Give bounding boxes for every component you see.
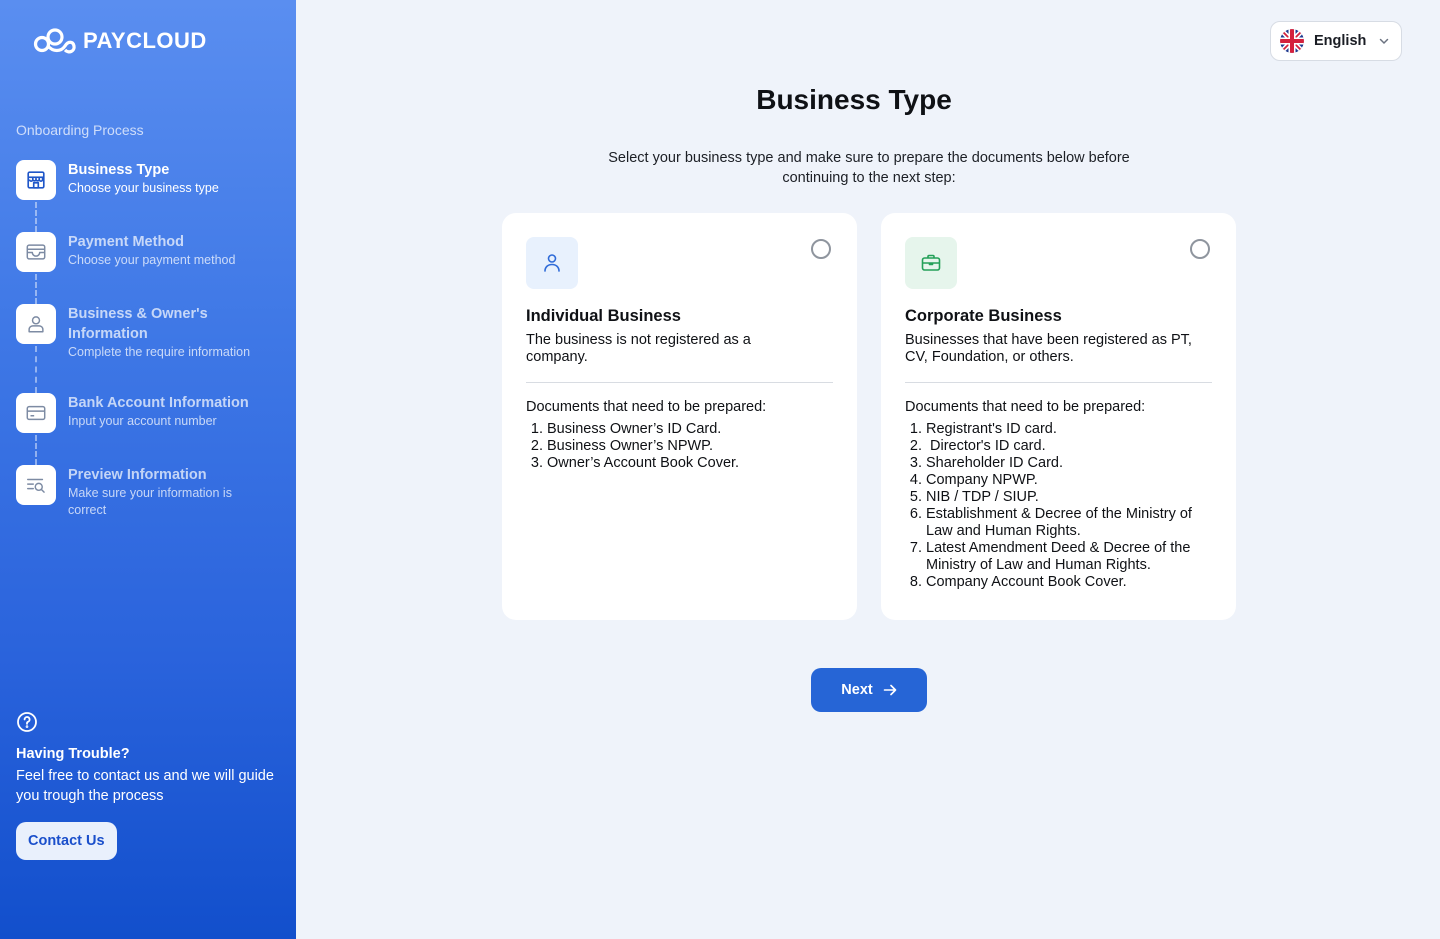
list-item: Owner’s Account Book Cover.: [547, 455, 833, 472]
card-icon: [16, 393, 56, 433]
card-description: Businesses that have been registered as …: [905, 332, 1192, 365]
step-preview-information[interactable]: Preview Information Make sure your infor…: [16, 465, 273, 519]
preview-search-icon: [16, 465, 56, 505]
step-subtitle: Input your account number: [68, 414, 217, 428]
list-item: Business Owner’s NPWP.: [547, 438, 833, 455]
step-title: Preview Information: [68, 467, 207, 483]
list-item: NIB / TDP / SIUP.: [926, 489, 1212, 506]
corporate-business-radio[interactable]: [1190, 239, 1210, 259]
page-subtitle: Select your business type and make sure …: [608, 150, 1130, 186]
briefcase-icon: [905, 237, 957, 289]
corporate-business-card[interactable]: Corporate Business Businesses that have …: [881, 213, 1236, 620]
contact-us-button[interactable]: Contact Us: [16, 822, 117, 860]
help-section: Having Trouble? Feel free to contact us …: [16, 711, 276, 860]
documents-heading: Documents that need to be prepared:: [526, 399, 767, 415]
card-title: Corporate Business: [905, 307, 1062, 325]
step-subtitle: Choose your business type: [68, 181, 219, 195]
individual-business-radio[interactable]: [811, 239, 831, 259]
next-button[interactable]: Next: [811, 668, 927, 712]
person-card-icon: [16, 304, 56, 344]
step-bank-account[interactable]: Bank Account Information Input your acco…: [16, 393, 273, 433]
chevron-down-icon: [1380, 38, 1389, 45]
list-item: Shareholder ID Card.: [926, 455, 1212, 472]
brand-name: PAYCLOUD: [83, 28, 207, 53]
list-item: Latest Amendment Deed & Decree of the Mi…: [926, 540, 1212, 574]
divider: [526, 382, 833, 383]
sidebar: PAYCLOUD Onboarding Process Business Typ…: [0, 0, 296, 939]
individual-business-card[interactable]: Individual Business The business is not …: [502, 213, 857, 620]
question-circle-icon: [17, 712, 37, 732]
step-business-owner-info[interactable]: Business & Owner's Information Complete …: [16, 304, 273, 361]
uk-flag-icon: [1280, 29, 1304, 53]
step-connector: [35, 435, 37, 465]
list-item: Director's ID card.: [926, 438, 1212, 455]
list-item: Registrant's ID card.: [926, 421, 1212, 438]
step-title: Bank Account Information: [68, 395, 249, 411]
step-business-type[interactable]: Business Type Choose your business type: [16, 160, 273, 200]
step-title: Business Type: [68, 162, 170, 178]
wallet-icon: [16, 232, 56, 272]
card-description: The business is not registered as a comp…: [526, 332, 751, 365]
page-title: Business Type: [756, 84, 952, 115]
store-icon: [16, 160, 56, 200]
paycloud-logo[interactable]: PAYCLOUD: [31, 24, 207, 58]
paycloud-logo-icon: [33, 28, 76, 54]
list-item: Business Owner’s ID Card.: [547, 421, 833, 438]
documents-heading: Documents that need to be prepared:: [905, 399, 1146, 415]
step-connector: [35, 202, 37, 232]
step-payment-method[interactable]: Payment Method Choose your payment metho…: [16, 232, 273, 272]
card-title: Individual Business: [526, 307, 681, 325]
list-item: Company Account Book Cover.: [926, 574, 1212, 591]
language-selector[interactable]: English: [1270, 21, 1402, 61]
step-subtitle: Make sure your information is correct: [68, 486, 232, 517]
documents-list: Business Owner’s ID Card. Business Owner…: [526, 421, 833, 472]
help-text: Feel free to contact us and we will guid…: [16, 768, 274, 804]
step-connector: [35, 274, 37, 304]
list-item: Establishment & Decree of the Ministry o…: [926, 506, 1212, 540]
step-title: Payment Method: [68, 234, 185, 250]
arrow-right-icon: [883, 684, 897, 696]
list-item: Company NPWP.: [926, 472, 1212, 489]
documents-list: Registrant's ID card. Director's ID card…: [905, 421, 1212, 591]
step-subtitle: Complete the require information: [68, 345, 251, 359]
language-label: English: [1314, 33, 1367, 49]
divider: [905, 382, 1212, 383]
step-subtitle: Choose your payment method: [68, 253, 236, 267]
person-icon: [526, 237, 578, 289]
next-button-label: Next: [841, 682, 873, 698]
step-title: Business & Owner's Information: [68, 306, 208, 342]
help-title: Having Trouble?: [16, 746, 130, 762]
onboarding-section-label: Onboarding Process: [16, 122, 144, 138]
